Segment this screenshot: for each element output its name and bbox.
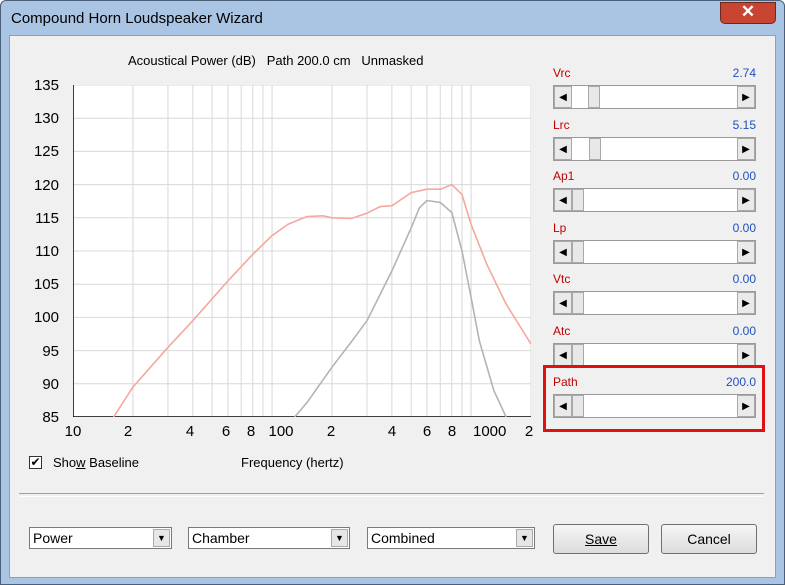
scroll-left-icon[interactable]: ◀ (554, 343, 572, 366)
scroll-right-icon[interactable]: ▶ (737, 292, 755, 314)
y-tick-label: 100 (33, 309, 59, 327)
y-tick-label: 85 (42, 409, 59, 426)
control-label-ap1: Ap1 (553, 169, 575, 183)
x-tick-label: 2 (524, 423, 534, 440)
x-tick-label: 100 (268, 423, 294, 440)
y-tick-label: 120 (33, 176, 59, 194)
scrollbar-lrc[interactable]: ◀ ▶ (553, 136, 756, 161)
separator (19, 493, 764, 497)
checkmark-icon: ✔ (30, 455, 41, 469)
scrollbar-lp[interactable]: ◀ ▶ (553, 239, 756, 264)
scrollbar-atc[interactable]: ◀ ▶ (553, 342, 756, 367)
scroll-thumb[interactable] (587, 86, 600, 108)
control-value-lrc: 5.15 (732, 117, 756, 132)
scroll-left-icon[interactable]: ◀ (554, 240, 572, 263)
path-control-highlight (543, 365, 765, 432)
control-value-vrc: 2.74 (732, 66, 756, 80)
y-tick-label: 95 (42, 342, 59, 360)
y-tick-label: 110 (35, 243, 59, 260)
show-baseline-label[interactable]: Show Baseline (53, 455, 139, 470)
x-tick-label: 1000 (473, 423, 507, 440)
scroll-thumb[interactable] (572, 240, 584, 263)
control-label-vtc: Vtc (553, 272, 571, 286)
control-label-vrc: Vrc (553, 66, 571, 80)
scrollbar-vtc[interactable]: ◀ ▶ (553, 291, 756, 315)
x-tick-label: 2 (123, 423, 133, 440)
scroll-right-icon[interactable]: ▶ (737, 240, 755, 263)
x-tick-label: 2 (326, 423, 336, 440)
save-button[interactable]: Save (553, 524, 649, 554)
x-tick-label: 8 (246, 423, 256, 440)
scrollbar-ap1[interactable]: ◀ ▶ (553, 188, 756, 212)
scroll-thumb[interactable] (572, 189, 584, 211)
x-tick-label: 8 (447, 423, 457, 440)
control-value-atc: 0.00 (732, 323, 756, 338)
scroll-right-icon[interactable]: ▶ (737, 343, 755, 366)
control-label-lp: Lp (553, 220, 567, 235)
scroll-right-icon[interactable]: ▶ (737, 189, 755, 211)
close-button[interactable]: ✕ (720, 2, 776, 24)
control-value-lp: 0.00 (732, 220, 756, 235)
chevron-down-icon[interactable]: ▼ (516, 529, 533, 547)
y-tick-label: 135 (33, 77, 59, 94)
scroll-right-icon[interactable]: ▶ (737, 137, 755, 160)
scroll-left-icon[interactable]: ◀ (554, 137, 572, 160)
scroll-thumb[interactable] (572, 343, 584, 366)
chevron-down-icon[interactable]: ▼ (153, 529, 170, 547)
y-tick-label: 90 (42, 375, 59, 393)
power-response-chart (73, 85, 531, 417)
scroll-right-icon[interactable]: ▶ (737, 86, 755, 108)
output-dropdown[interactable]: Combined ▼ (367, 527, 535, 549)
y-tick-label: 125 (33, 143, 59, 161)
scroll-left-icon[interactable]: ◀ (554, 189, 572, 211)
close-icon: ✕ (740, 2, 756, 21)
section-dropdown[interactable]: Chamber ▼ (188, 527, 350, 549)
scroll-thumb[interactable] (589, 137, 602, 160)
show-baseline-checkbox[interactable]: ✔ (29, 456, 42, 469)
window-title: Compound Horn Loudspeaker Wizard (11, 10, 263, 27)
scroll-thumb[interactable] (572, 292, 584, 314)
control-value-ap1: 0.00 (732, 169, 756, 183)
view-mode-dropdown[interactable]: Power ▼ (29, 527, 172, 549)
y-tick-label: 105 (33, 276, 59, 294)
x-tick-label: 10 (64, 423, 82, 440)
scroll-left-icon[interactable]: ◀ (554, 86, 572, 108)
cancel-button[interactable]: Cancel (661, 524, 757, 554)
x-tick-label: 4 (387, 423, 397, 440)
control-label-lrc: Lrc (553, 117, 570, 132)
scrollbar-vrc[interactable]: ◀ ▶ (553, 85, 756, 109)
control-label-atc: Atc (553, 323, 571, 338)
scroll-left-icon[interactable]: ◀ (554, 292, 572, 314)
title-bar: Compound Horn Loudspeaker Wizard ✕ (1, 1, 784, 35)
x-axis-title: Frequency (hertz) (241, 455, 344, 470)
chevron-down-icon[interactable]: ▼ (331, 529, 348, 547)
chart-title: Acoustical Power (dB) Path 200.0 cm Unma… (128, 53, 424, 68)
y-tick-label: 130 (33, 110, 59, 128)
y-tick-label: 115 (35, 209, 59, 227)
control-value-vtc: 0.00 (732, 272, 756, 286)
x-tick-label: 4 (185, 423, 195, 440)
